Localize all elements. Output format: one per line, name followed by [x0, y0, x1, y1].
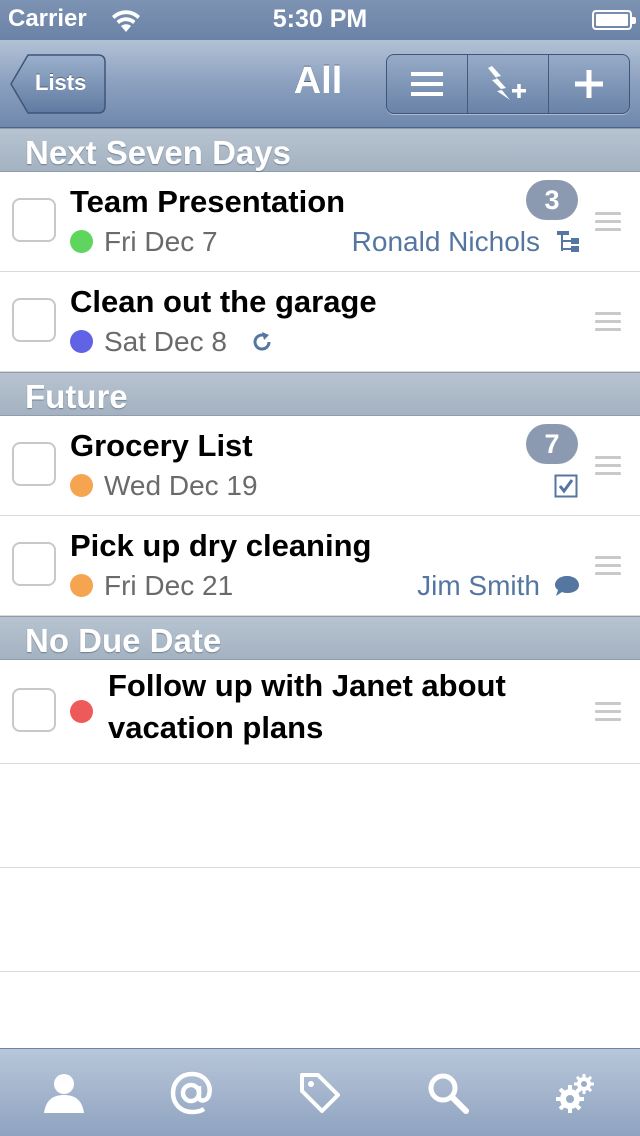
quick-add-icon: [488, 66, 526, 100]
back-button-lists[interactable]: Lists: [10, 54, 106, 114]
task-row[interactable]: Pick up dry cleaning Fri Dec 21 Jim Smit…: [0, 516, 640, 616]
subtask-count-badge[interactable]: 3: [526, 180, 578, 220]
person-icon: [44, 1073, 84, 1113]
section-header-no-due-date: No Due Date: [0, 616, 640, 660]
section-title: Future: [25, 378, 128, 415]
task-row[interactable]: Follow up with Janet about vacation plan…: [0, 660, 640, 764]
section-title: Next Seven Days: [25, 134, 291, 171]
task-title: Team Presentation: [70, 184, 346, 219]
status-bar: Carrier 5:30 PM: [0, 0, 640, 40]
task-title: Grocery List: [70, 428, 253, 463]
task-checkbox[interactable]: [12, 198, 56, 242]
empty-row: [0, 868, 640, 972]
navigation-bar: Lists All: [0, 40, 640, 128]
reorder-handle[interactable]: [595, 702, 621, 722]
priority-dot-blue: [70, 330, 93, 353]
search-icon: [428, 1073, 469, 1114]
task-due-date: Sat Dec 8: [104, 326, 227, 357]
toolbar-segmented-control: [386, 54, 630, 114]
task-title-line-2: vacation plans: [108, 710, 324, 745]
repeat-icon: [253, 332, 271, 351]
reorder-handle[interactable]: [595, 312, 621, 332]
task-row[interactable]: Team Presentation Fri Dec 7 Ronald Nicho…: [0, 172, 640, 272]
empty-row: [0, 764, 640, 868]
page-title: All: [293, 60, 343, 102]
section-header-next-seven-days: Next Seven Days: [0, 128, 640, 172]
task-checkbox[interactable]: [12, 688, 56, 732]
priority-dot-red: [70, 700, 93, 723]
comment-icon: [555, 576, 579, 596]
tab-settings[interactable]: [512, 1049, 640, 1136]
add-icon: [575, 70, 603, 98]
task-row[interactable]: Grocery List Wed Dec 19 7: [0, 416, 640, 516]
section-header-future: Future: [0, 372, 640, 416]
task-assignee[interactable]: Ronald Nichols: [352, 226, 540, 258]
tab-mentions[interactable]: [128, 1049, 256, 1136]
clock: 5:30 PM: [272, 5, 368, 33]
reorder-handle[interactable]: [595, 556, 621, 576]
task-title: Pick up dry cleaning: [70, 528, 372, 563]
add-task-button[interactable]: [548, 55, 629, 113]
task-title: Clean out the garage: [70, 284, 377, 319]
battery-icon: [592, 10, 636, 30]
priority-dot-orange: [70, 574, 93, 597]
back-button-label: Lists: [35, 70, 87, 95]
quick-add-button[interactable]: [467, 55, 548, 113]
tab-tags[interactable]: [256, 1049, 384, 1136]
priority-dot-orange: [70, 474, 93, 497]
task-title-line-1: Follow up with Janet about: [108, 668, 506, 703]
checklist-icon: [554, 474, 578, 498]
list-view-button[interactable]: [387, 55, 467, 113]
task-checkbox[interactable]: [12, 298, 56, 342]
subtasks-icon: [557, 231, 579, 252]
task-due-date: Fri Dec 7: [104, 226, 218, 257]
tab-assigned-to-me[interactable]: [0, 1049, 128, 1136]
tab-search[interactable]: [384, 1049, 512, 1136]
task-checkbox[interactable]: [12, 442, 56, 486]
task-due-date: Wed Dec 19: [104, 470, 258, 501]
checklist-count-badge[interactable]: 7: [526, 424, 578, 464]
section-title: No Due Date: [25, 622, 222, 659]
task-due-date: Fri Dec 21: [104, 570, 234, 601]
task-row[interactable]: Clean out the garage Sat Dec 8: [0, 272, 640, 372]
task-assignee[interactable]: Jim Smith: [417, 570, 540, 602]
tab-bar: [0, 1048, 640, 1136]
at-icon: [170, 1071, 212, 1114]
reorder-handle[interactable]: [595, 456, 621, 476]
gear-icon: [556, 1073, 594, 1113]
tag-icon: [300, 1072, 340, 1113]
list-icon: [411, 72, 443, 96]
priority-dot-green: [70, 230, 93, 253]
task-checkbox[interactable]: [12, 542, 56, 586]
reorder-handle[interactable]: [595, 212, 621, 232]
